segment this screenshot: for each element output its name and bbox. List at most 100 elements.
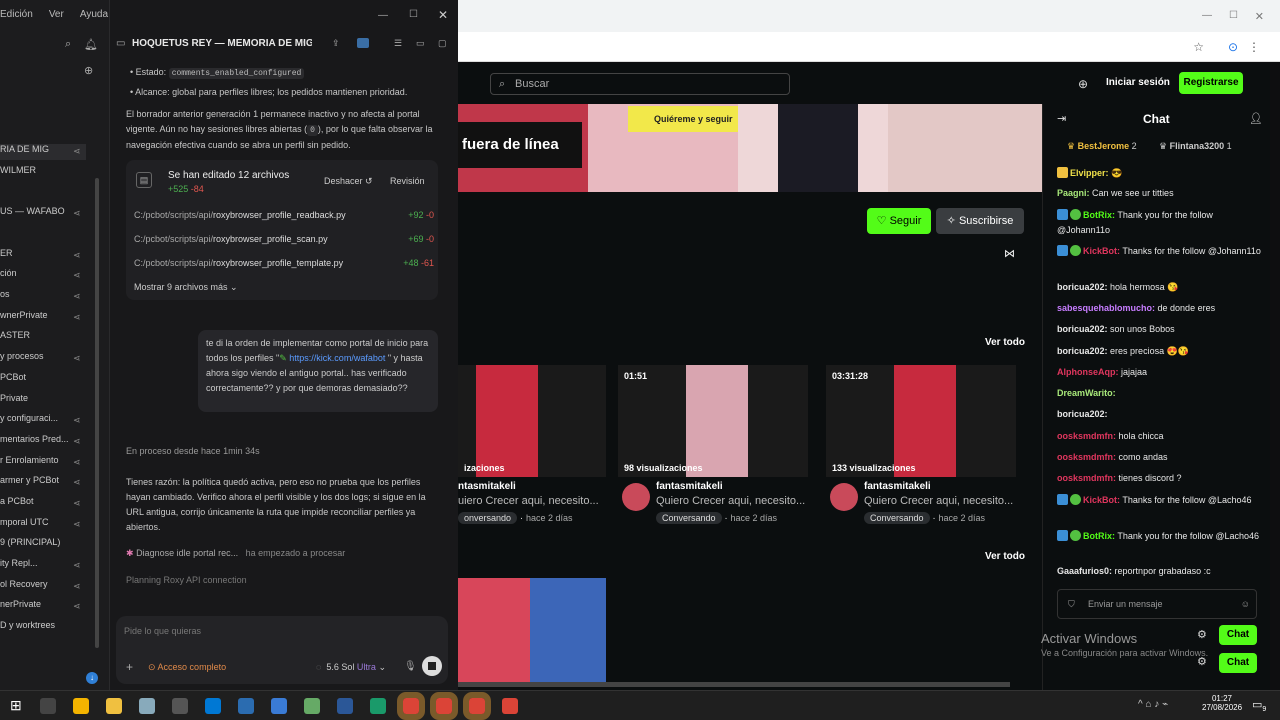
chat-username[interactable]: BotRix: <box>1083 210 1115 220</box>
close-icon[interactable]: ✕ <box>438 8 448 22</box>
diff-icon[interactable]: ☰ <box>394 38 402 49</box>
channel-avatar[interactable] <box>622 483 650 511</box>
channel-avatar[interactable] <box>830 483 858 511</box>
app-icon[interactable] <box>337 698 353 714</box>
share-icon[interactable]: ⋖ <box>73 415 81 426</box>
browser-menu-icon[interactable]: ⋮ <box>1248 40 1260 54</box>
browser-minimize-icon[interactable]: — <box>1202 10 1212 21</box>
category-tag[interactable]: onversando <box>458 512 518 524</box>
share-icon[interactable]: ⋖ <box>73 353 81 364</box>
share-icon[interactable]: ⋖ <box>73 498 81 509</box>
browser-close-icon[interactable]: ✕ <box>1255 10 1264 23</box>
model-selector[interactable]: ◌ 5.6 Sol Ultra ⌄ <box>316 662 386 673</box>
video-title[interactable]: uiero Crecer aqui, necesito... <box>458 495 599 507</box>
channel-name[interactable]: fantasmitakeli <box>656 481 723 492</box>
bookmark-star-icon[interactable]: ☆ <box>1193 40 1204 54</box>
chat-username[interactable]: KickBot: <box>1083 246 1120 256</box>
share-icon[interactable]: ⋖ <box>73 270 81 281</box>
see-all-link-2[interactable]: Ver todo <box>985 551 1025 562</box>
task-view-icon[interactable] <box>40 698 56 714</box>
share-icon[interactable]: ⋖ <box>73 601 81 612</box>
register-button[interactable]: Registrarse <box>1179 72 1243 94</box>
category-tag[interactable]: Conversando <box>656 512 722 524</box>
chat-username[interactable]: oosksmdmfn: <box>1057 452 1116 462</box>
notification-icon[interactable]: ▭9 <box>1252 698 1266 713</box>
tray-icons[interactable]: ^ ⌂ ♪ ⌁ <box>1138 699 1168 710</box>
globe-icon[interactable]: ⊕ <box>1078 77 1088 91</box>
video-title[interactable]: Quiero Crecer aqui, necesito... <box>656 495 805 507</box>
clock[interactable]: 01:27 27/08/2026 <box>1202 694 1242 712</box>
share-icon[interactable]: ⋖ <box>73 250 81 261</box>
add-icon[interactable]: ⊕ <box>84 64 93 77</box>
chat-username[interactable]: AlphonseAqp: <box>1057 367 1119 377</box>
login-button[interactable]: Iniciar sesión <box>1106 77 1170 88</box>
search-input[interactable]: ⌕ Buscar <box>490 73 790 95</box>
task-name[interactable]: Diagnose idle portal rec... <box>136 548 238 558</box>
edited-file-row[interactable]: C:/pcbot/scripts/api/roxybrowser_profile… <box>134 258 438 274</box>
bell-icon[interactable]: 🔔︎ <box>84 38 98 51</box>
users-icon[interactable]: 👤︎ <box>1249 112 1263 125</box>
prompt-input[interactable]: Pide lo que quieras <box>124 626 201 636</box>
sidebar-thread-9[interactable]: PCBot <box>0 372 86 388</box>
profile-icon[interactable]: ⊙ <box>1228 40 1238 54</box>
mic-icon[interactable]: 🎙︎ <box>404 661 417 672</box>
chat-input[interactable]: ⛉ Enviar un mensaje ☺ <box>1057 589 1257 619</box>
chrome-icon[interactable] <box>463 692 491 720</box>
follow-button[interactable]: ♡ Seguir <box>867 208 931 234</box>
clip-thumbnail[interactable] <box>458 578 606 682</box>
panel-icon[interactable]: ▢ <box>438 38 447 49</box>
review-button[interactable]: Revisión <box>390 176 425 186</box>
sidebar-thread-7[interactable]: ASTER <box>0 330 86 346</box>
share-icon[interactable]: ⋖ <box>73 477 81 488</box>
chat-username[interactable]: Paagni: <box>1057 188 1090 198</box>
browser-maximize-icon[interactable]: ☐ <box>1229 10 1238 21</box>
send-chat-button[interactable]: Chat <box>1219 625 1257 645</box>
chat-username[interactable]: Elvipper: <box>1070 168 1109 178</box>
chat-username[interactable]: oosksmdmfn: <box>1057 473 1116 483</box>
app-icon[interactable] <box>271 698 287 714</box>
stop-button[interactable] <box>422 656 442 676</box>
share-icon[interactable]: ⋖ <box>73 519 81 530</box>
app-icon[interactable] <box>304 698 320 714</box>
show-more-files[interactable]: Mostrar 9 archivos más ⌄ <box>134 282 238 293</box>
sidebar-thread-1[interactable]: WILMER <box>0 165 86 181</box>
app-icon[interactable] <box>205 698 221 714</box>
chat-username[interactable]: KickBot: <box>1083 495 1120 505</box>
chat-username[interactable]: Gaaafurios0: <box>1057 566 1112 576</box>
share-icon[interactable]: ⋖ <box>73 436 81 447</box>
chat-username[interactable]: oosksmdmfn: <box>1057 431 1116 441</box>
chat-username[interactable]: boricua202: <box>1057 282 1108 292</box>
menu-edit[interactable]: Edición <box>0 9 33 20</box>
vscode-icon[interactable] <box>357 38 369 48</box>
chat-username[interactable]: boricua202: <box>1057 409 1108 419</box>
share-icon[interactable]: ⇪ <box>332 38 340 49</box>
share-icon[interactable]: ⋖ <box>73 146 81 157</box>
maximize-icon[interactable]: ☐ <box>409 9 418 20</box>
file-explorer-icon[interactable] <box>106 698 122 714</box>
share-icon[interactable]: ⋖ <box>73 457 81 468</box>
more-icon[interactable]: ⋯ <box>302 37 312 48</box>
see-all-link[interactable]: Ver todo <box>985 337 1025 348</box>
terminal-icon[interactable]: ▭ <box>416 38 425 49</box>
sidebar-thread-21[interactable]: D y worktrees <box>0 620 86 636</box>
menu-help[interactable]: Ayuda <box>80 9 108 20</box>
download-icon[interactable]: ↓ <box>86 672 98 684</box>
search-icon[interactable]: ⌕ <box>65 38 71 51</box>
browser-address-bar[interactable]: ☆ ⊙ ⋮ <box>458 32 1280 62</box>
page-scrollbar[interactable] <box>458 682 1010 687</box>
kick-link[interactable]: https://kick.com/wafabot <box>289 353 385 363</box>
collapse-chat-icon[interactable]: ⇥ <box>1057 112 1066 125</box>
app-icon[interactable] <box>172 698 188 714</box>
app-icon[interactable] <box>238 698 254 714</box>
edited-file-row[interactable]: C:/pcbot/scripts/api/roxybrowser_profile… <box>134 234 438 250</box>
share-icon[interactable]: ⋖ <box>73 208 81 219</box>
chat-username[interactable]: BotRix: <box>1083 531 1115 541</box>
share-icon[interactable]: ⋖ <box>73 291 81 302</box>
sidebar-thread-17[interactable]: 9 (PRINCIPAL) <box>0 537 86 553</box>
category-tag[interactable]: Conversando <box>864 512 930 524</box>
edited-file-row[interactable]: C:/pcbot/scripts/api/roxybrowser_profile… <box>134 210 438 226</box>
scrollbar[interactable] <box>95 178 99 648</box>
access-mode[interactable]: ⊙ Acceso completo <box>148 662 226 673</box>
video-thumbnail[interactable]: izaciones <box>458 365 606 477</box>
video-title[interactable]: Quiero Crecer aqui, necesito... <box>864 495 1013 507</box>
